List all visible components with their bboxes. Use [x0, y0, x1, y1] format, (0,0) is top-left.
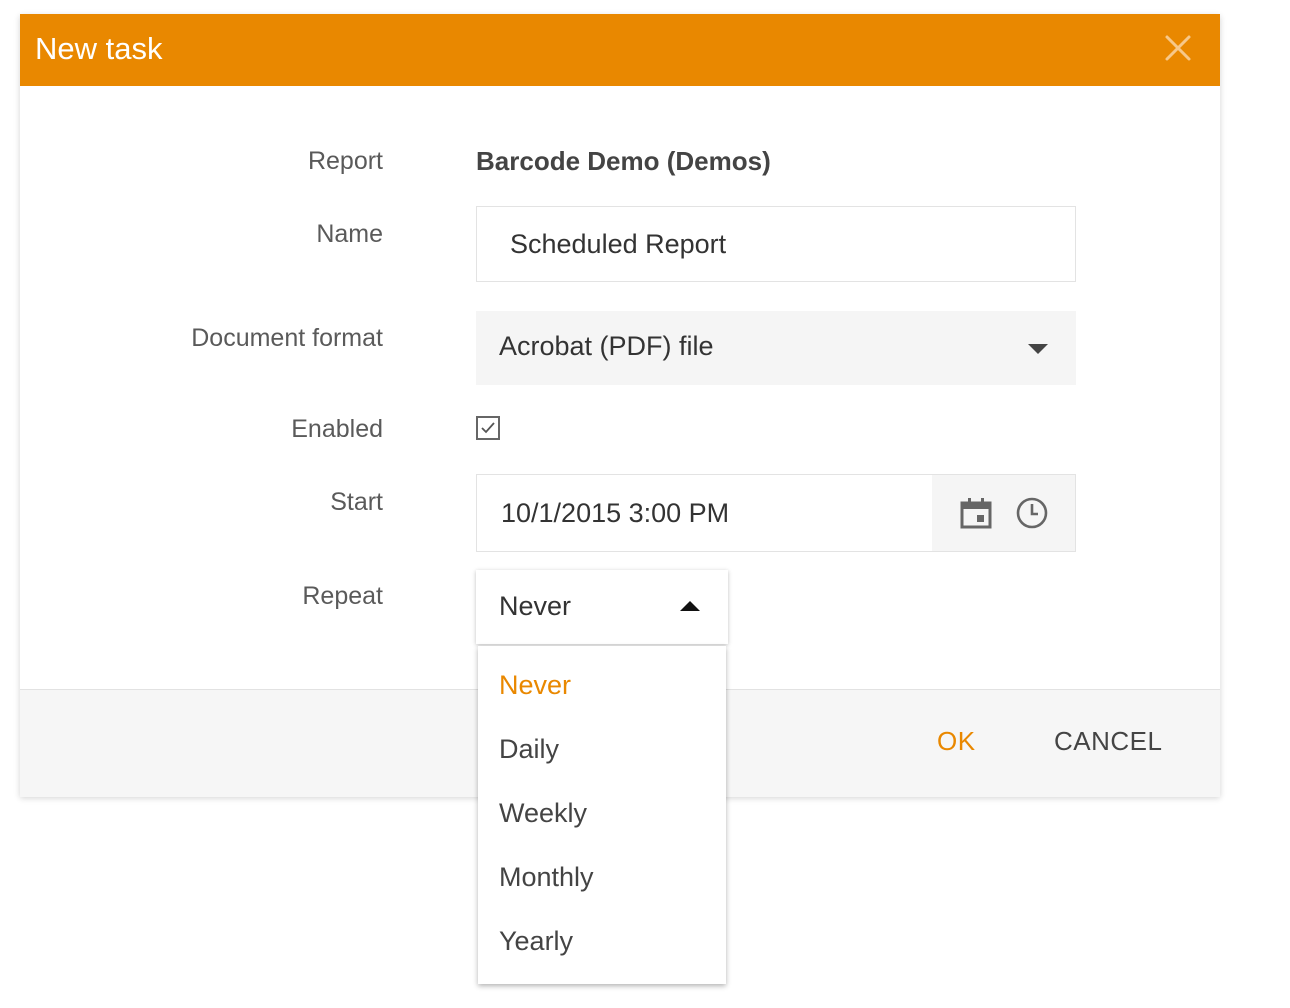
report-label: Report — [307, 147, 383, 175]
repeat-options-list: Never Daily Weekly Monthly Yearly — [478, 646, 726, 984]
repeat-label: Repeat — [302, 582, 383, 610]
start-datetime-input[interactable] — [477, 475, 932, 551]
clock-button[interactable] — [1014, 495, 1050, 531]
calendar-button[interactable] — [958, 495, 994, 531]
close-button[interactable] — [1158, 28, 1198, 68]
cancel-button[interactable]: CANCEL — [1054, 726, 1162, 757]
repeat-option-weekly[interactable]: Weekly — [499, 798, 587, 829]
document-format-select[interactable]: Acrobat (PDF) file — [476, 311, 1076, 385]
clock-icon — [1016, 497, 1048, 529]
repeat-value: Never — [499, 591, 572, 621]
document-format-label: Document format — [191, 324, 383, 352]
enabled-checkbox[interactable] — [476, 416, 500, 440]
repeat-option-yearly[interactable]: Yearly — [499, 926, 573, 957]
chevron-down-icon — [1028, 344, 1048, 354]
enabled-label: Enabled — [291, 415, 383, 443]
document-format-value: Acrobat (PDF) file — [499, 331, 714, 361]
name-label: Name — [316, 220, 383, 248]
close-icon — [1165, 35, 1191, 61]
repeat-option-monthly[interactable]: Monthly — [499, 862, 594, 893]
ok-button[interactable]: OK — [937, 726, 976, 757]
calendar-icon — [960, 498, 992, 529]
repeat-select[interactable]: Never — [476, 570, 728, 644]
repeat-option-never[interactable]: Never — [499, 670, 571, 701]
dialog-titlebar: New task — [20, 14, 1220, 86]
datetime-buttons — [932, 475, 1075, 551]
dialog-title: New task — [35, 31, 163, 66]
start-label: Start — [330, 488, 383, 516]
chevron-up-icon — [680, 601, 700, 611]
report-value: Barcode Demo (Demos) — [476, 146, 771, 176]
checkmark-icon — [481, 422, 495, 434]
name-input[interactable] — [476, 206, 1076, 282]
start-datetime-field — [476, 474, 1076, 552]
repeat-option-daily[interactable]: Daily — [499, 734, 559, 765]
